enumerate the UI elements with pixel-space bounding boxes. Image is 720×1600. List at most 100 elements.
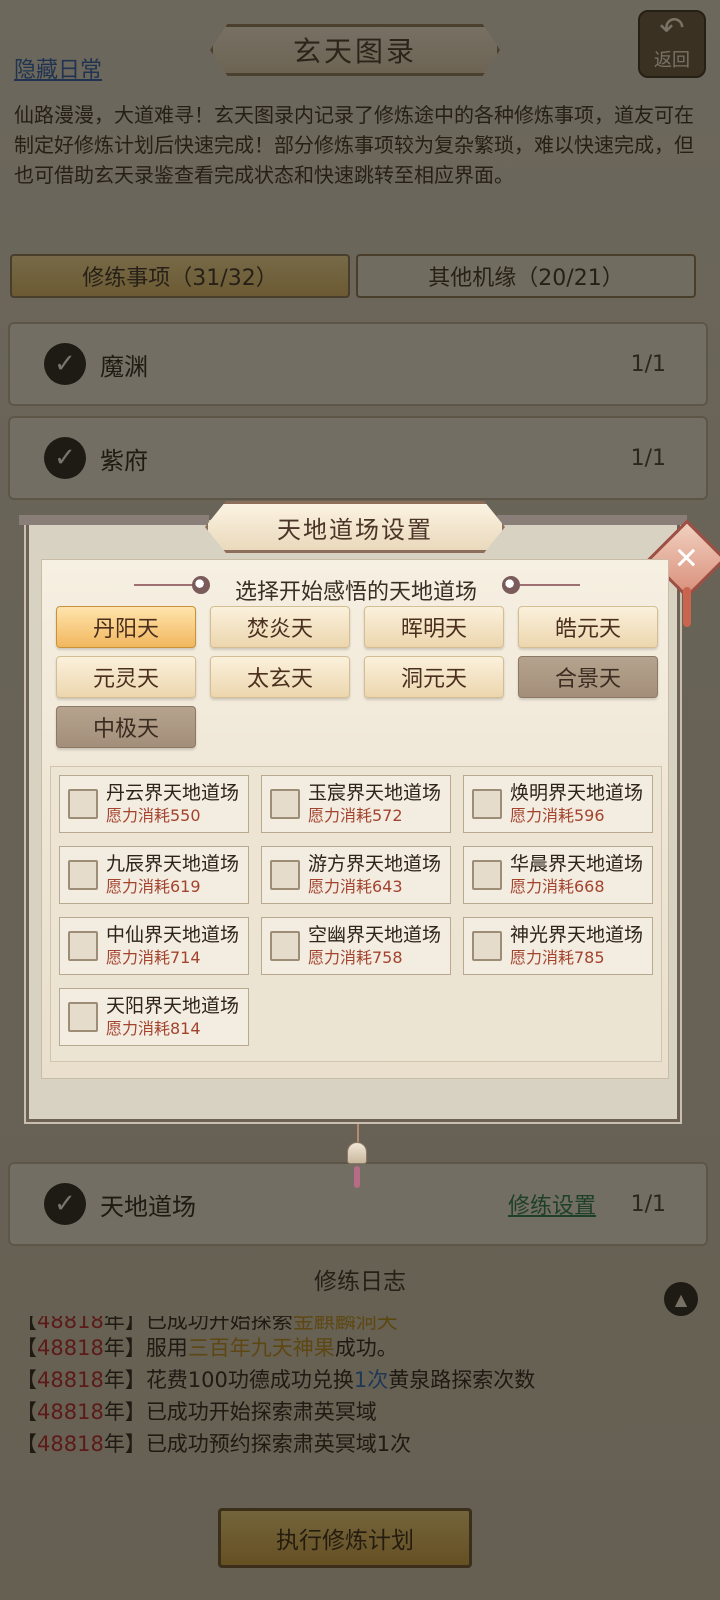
hidden-daily-link[interactable]: 隐藏日常	[14, 52, 102, 84]
log-entry: 【48818年】已成功开始探索肃英冥域	[16, 1400, 377, 1424]
daochang-info: 中仙界天地道场 愿力消耗714	[106, 923, 239, 969]
checkbox[interactable]	[472, 860, 502, 890]
log-text: 已成功开始探索肃英冥域	[145, 1400, 377, 1424]
wish-power-cost: 愿力消耗619	[106, 877, 201, 896]
log-text: 黄泉路探索次数	[388, 1368, 536, 1392]
daochang-name: 华晨界天地道场	[510, 853, 644, 875]
daochang-option[interactable]: 天阳界天地道场 愿力消耗814	[59, 988, 249, 1046]
log-text: 服用	[145, 1336, 188, 1360]
ornament-line	[520, 584, 580, 586]
daochang-info: 空幽界天地道场 愿力消耗758	[308, 923, 441, 969]
checkbox[interactable]	[68, 789, 98, 819]
log-text: 金麒麟洞天	[292, 1316, 398, 1332]
checkbox[interactable]	[270, 789, 300, 819]
wish-power-cost: 愿力消耗668	[510, 877, 605, 896]
wish-power-cost: 愿力消耗550	[106, 806, 201, 825]
frame-rail	[497, 515, 687, 525]
check-icon: ✓	[44, 437, 86, 479]
log-entry: 【48818年】已成功预约探索肃英冥域1次	[16, 1432, 412, 1456]
daochang-option[interactable]: 华晨界天地道场 愿力消耗668	[463, 846, 653, 904]
daochang-info: 九辰界天地道场 愿力消耗619	[106, 852, 239, 898]
log-year: 48818	[37, 1368, 104, 1392]
daochang-info: 玉宸界天地道场 愿力消耗572	[308, 781, 441, 827]
task-count: 1/1	[630, 445, 666, 471]
log-text: 成功。	[334, 1336, 398, 1360]
daochang-name: 神光界天地道场	[510, 924, 644, 946]
log-text: 1次	[353, 1368, 389, 1392]
tab-training-items[interactable]: 修练事项（31/32）	[10, 254, 350, 298]
training-log: 【48818年】已成功开始探索金麒麟洞天【48818年】服用三百年九天神果成功。…	[16, 1316, 706, 1460]
realm-button[interactable]: 元灵天	[56, 656, 196, 698]
checkbox[interactable]	[68, 1002, 98, 1032]
realm-button[interactable]: 晖明天	[364, 606, 504, 648]
log-title: 修练日志	[314, 1269, 406, 1295]
daochang-option[interactable]: 中仙界天地道场 愿力消耗714	[59, 917, 249, 975]
task-count: 1/1	[630, 1191, 666, 1217]
checkbox[interactable]	[270, 931, 300, 961]
bell-tassel	[354, 1166, 360, 1188]
checkbox[interactable]	[68, 931, 98, 961]
daochang-info: 游方界天地道场 愿力消耗643	[308, 852, 441, 898]
daochang-option[interactable]: 九辰界天地道场 愿力消耗619	[59, 846, 249, 904]
daochang-name: 焕明界天地道场	[510, 782, 644, 804]
check-icon: ✓	[44, 1183, 86, 1225]
back-arrow-icon: ↶	[659, 11, 685, 46]
checkbox[interactable]	[270, 860, 300, 890]
daochang-name: 游方界天地道场	[308, 853, 442, 875]
daochang-info: 华晨界天地道场 愿力消耗668	[510, 852, 643, 898]
daochang-name: 空幽界天地道场	[308, 924, 442, 946]
checkbox[interactable]	[472, 931, 502, 961]
log-entry: 【48818年】服用三百年九天神果成功。	[16, 1336, 398, 1360]
back-button[interactable]: ↶ 返回	[638, 10, 706, 78]
daochang-option[interactable]: 丹云界天地道场 愿力消耗550	[59, 775, 249, 833]
task-row-zifu[interactable]: ✓ 紫府 1/1	[8, 416, 708, 500]
dialog-title: 天地道场设置	[205, 501, 505, 553]
daochang-option[interactable]: 空幽界天地道场 愿力消耗758	[261, 917, 451, 975]
wish-power-cost: 愿力消耗814	[106, 1019, 201, 1038]
realm-button[interactable]: 洞元天	[364, 656, 504, 698]
daochang-info: 丹云界天地道场 愿力消耗550	[106, 781, 239, 827]
back-label: 返回	[654, 50, 690, 71]
wish-power-cost: 愿力消耗758	[308, 948, 403, 967]
wish-power-cost: 愿力消耗572	[308, 806, 403, 825]
frame-rail	[19, 515, 209, 525]
training-settings-link[interactable]: 修练设置	[508, 1188, 596, 1220]
realm-button[interactable]: 皓元天	[518, 606, 658, 648]
check-icon: ✓	[44, 343, 86, 385]
realm-button[interactable]: 太玄天	[210, 656, 350, 698]
log-text: 已成功开始探索	[145, 1316, 293, 1332]
log-text: 花费100功德成功兑换	[145, 1368, 354, 1392]
daochang-option[interactable]: 游方界天地道场 愿力消耗643	[261, 846, 451, 904]
task-row-moyuan[interactable]: ✓ 魔渊 1/1	[8, 322, 708, 406]
checkbox[interactable]	[472, 789, 502, 819]
daochang-option[interactable]: 神光界天地道场 愿力消耗785	[463, 917, 653, 975]
log-text: 已成功预约探索肃英冥域1次	[145, 1432, 412, 1456]
task-count: 1/1	[630, 351, 666, 377]
wish-power-cost: 愿力消耗643	[308, 877, 403, 896]
log-entry: 【48818年】已成功开始探索金麒麟洞天	[16, 1316, 706, 1332]
realm-button[interactable]: 焚炎天	[210, 606, 350, 648]
daochang-option[interactable]: 玉宸界天地道场 愿力消耗572	[261, 775, 451, 833]
daochang-name: 丹云界天地道场	[106, 782, 240, 804]
daochang-option[interactable]: 焕明界天地道场 愿力消耗596	[463, 775, 653, 833]
intro-text: 仙路漫漫，大道难寻！玄天图录内记录了修炼途中的各种修炼事项，道友可在制定好修炼计…	[14, 103, 694, 187]
task-name: 紫府	[100, 446, 148, 475]
daochang-settings-dialog: 天地道场设置 ✕ 选择开始感悟的天地道场 丹阳天 焚炎天 晖明天 皓元天 元灵天 太玄天洞…	[19, 501, 720, 1122]
daochang-name: 九辰界天地道场	[106, 853, 240, 875]
bell-icon	[347, 1142, 367, 1164]
log-entry: 【48818年】花费100功德成功兑换1次黄泉路探索次数	[16, 1368, 536, 1392]
realm-button[interactable]: 合景天	[518, 656, 658, 698]
checkbox[interactable]	[68, 860, 98, 890]
wish-power-cost: 愿力消耗785	[510, 948, 605, 967]
taiji-icon	[502, 576, 520, 594]
log-year: 48818	[37, 1400, 104, 1424]
daochang-name: 玉宸界天地道场	[308, 782, 442, 804]
task-name: 魔渊	[100, 352, 148, 381]
wish-power-cost: 愿力消耗596	[510, 806, 605, 825]
realm-button[interactable]: 中极天	[56, 706, 196, 748]
execute-plan-button[interactable]: 执行修炼计划	[218, 1508, 472, 1568]
realm-button[interactable]: 丹阳天	[56, 606, 196, 648]
tassel-decoration	[683, 587, 691, 627]
chevron-up-icon[interactable]: ▲	[664, 1282, 698, 1316]
tab-other-opportunities[interactable]: 其他机缘（20/21）	[356, 254, 696, 298]
